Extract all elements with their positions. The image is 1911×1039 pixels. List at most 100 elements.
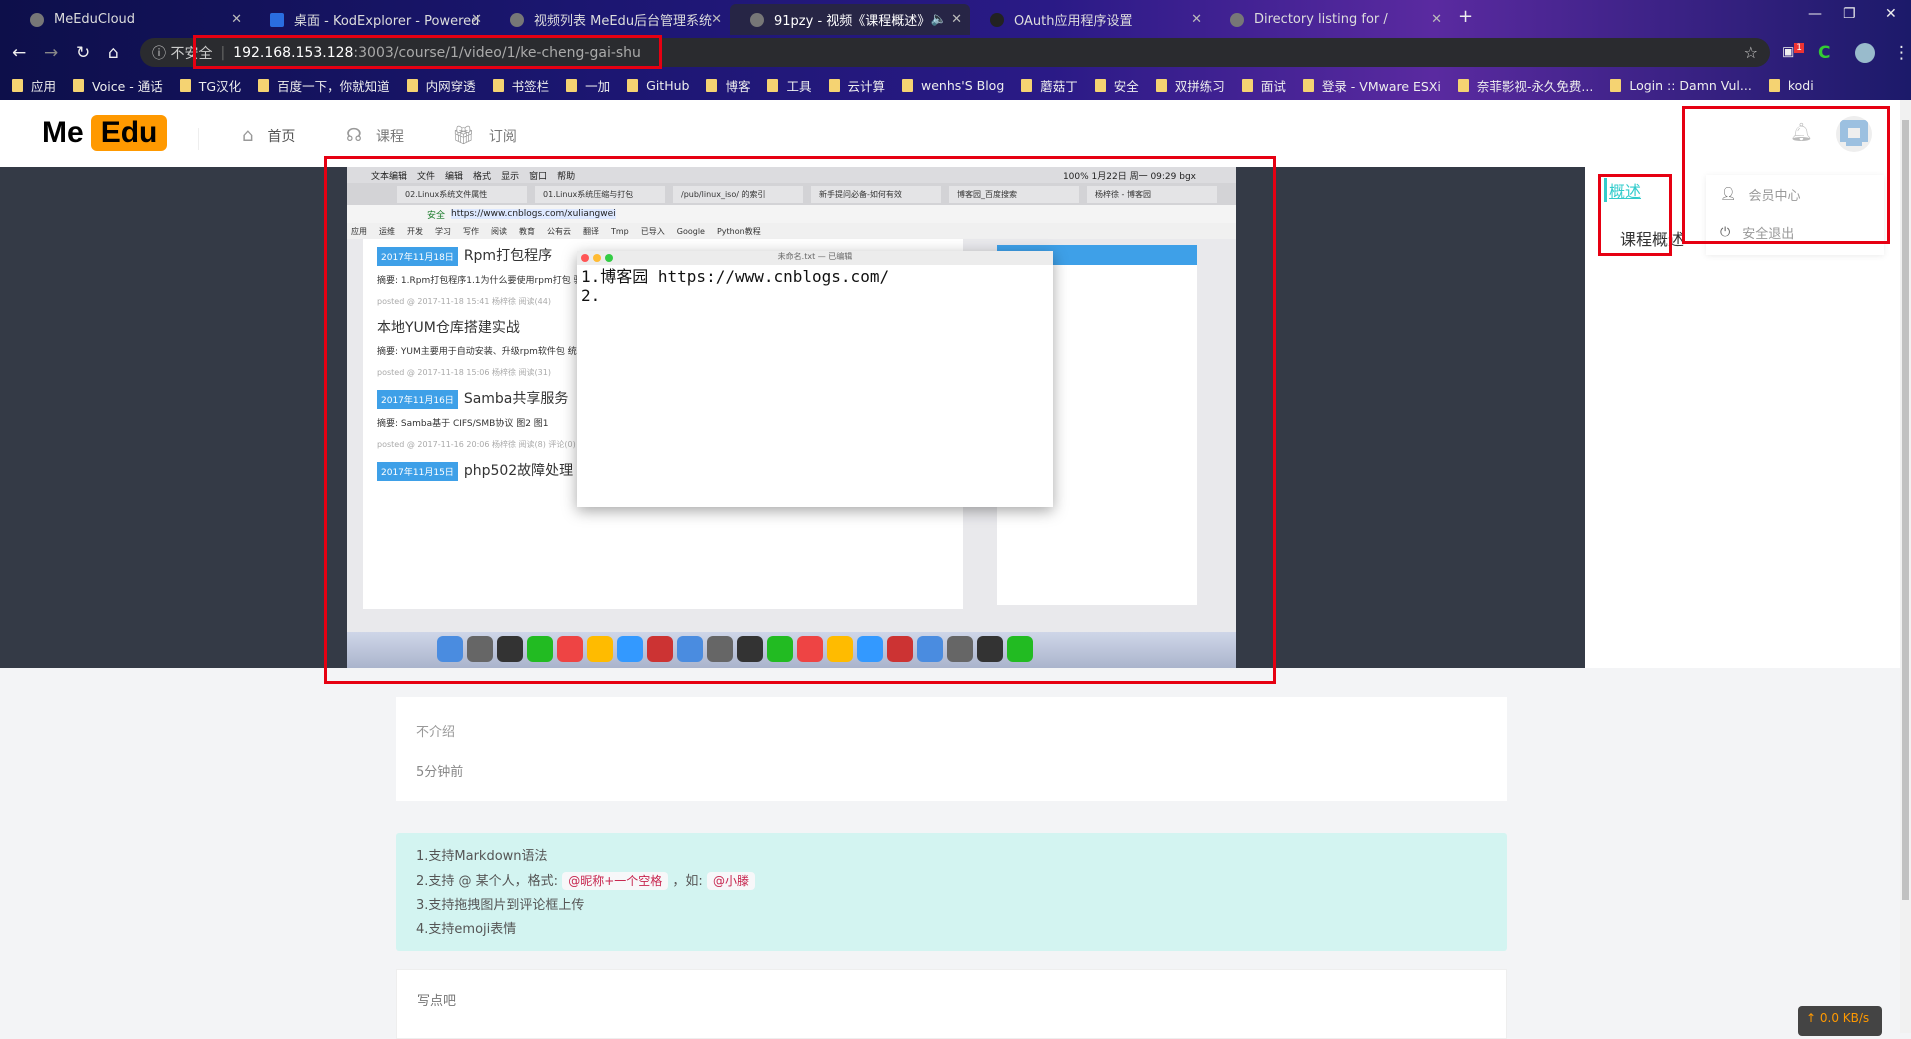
github-icon	[990, 12, 1004, 27]
logo[interactable]: Me Edu	[42, 115, 168, 151]
folder-icon	[406, 78, 418, 92]
bookmark-label: 一加	[585, 78, 611, 94]
tab[interactable]: 桌面 - KodExplorer - Powered ✕	[250, 4, 490, 35]
annotation-box-video	[324, 156, 1276, 684]
folder-icon	[179, 78, 191, 92]
folder-icon	[566, 78, 578, 92]
tab[interactable]: OAuth应用程序设置 ✕	[970, 4, 1210, 35]
bookmark-item[interactable]: 博客	[706, 76, 750, 95]
bookmark-item[interactable]: wenhs'S Blog	[902, 78, 1004, 93]
bookmark-item[interactable]: Voice - 通话	[73, 76, 163, 95]
folder-icon	[1021, 78, 1033, 92]
kodexplorer-icon	[270, 12, 284, 27]
bookmark-label: 书签栏	[511, 78, 550, 94]
bookmark-item[interactable]: TG汉化	[179, 76, 242, 95]
folder-icon	[1457, 78, 1469, 92]
folder-icon	[767, 78, 779, 92]
nav-subscribe[interactable]: 🎁︎ 订阅	[452, 125, 517, 146]
folder-icon	[627, 78, 639, 92]
bookmark-label: 安全	[1113, 78, 1139, 94]
gift-icon: 🎁︎	[452, 125, 475, 146]
close-tab-icon[interactable]: ✕	[471, 12, 482, 27]
globe-icon	[30, 12, 44, 27]
bookmark-item[interactable]: 百度一下，你就知道	[258, 76, 390, 95]
close-window-button[interactable]: ✕	[1885, 6, 1897, 22]
bookmark-star-icon[interactable]: ☆	[1744, 43, 1758, 62]
annotation-box-user-menu	[1682, 106, 1890, 244]
folder-icon	[1768, 78, 1780, 92]
bookmark-label: 奈菲影视-永久免费...	[1476, 78, 1594, 94]
forward-button[interactable]: →	[44, 43, 58, 63]
bookmark-label: 百度一下，你就知道	[277, 78, 390, 94]
tab[interactable]: MeEduCloud ✕	[10, 4, 250, 35]
reload-button[interactable]: ↻	[76, 43, 90, 63]
bookmark-label: 博客	[725, 78, 751, 94]
globe-icon	[510, 12, 524, 27]
page-scrollbar[interactable]	[1900, 100, 1911, 1033]
folder-icon	[492, 78, 504, 92]
bookmark-label: kodi	[1787, 77, 1814, 93]
nav-home[interactable]: ⌂ 首页	[242, 125, 295, 146]
home-button[interactable]: ⌂	[108, 43, 119, 63]
close-tab-icon[interactable]: ✕	[231, 12, 242, 27]
tab[interactable]: 视频列表 MeEdu后台管理系统 ✕	[490, 4, 730, 35]
info-icon[interactable]: ⓘ	[152, 43, 170, 63]
bookmark-item[interactable]: Login :: Damn Vul...	[1610, 77, 1752, 93]
bookmark-label: Login :: Damn Vul...	[1629, 77, 1752, 93]
apps-icon	[12, 78, 23, 92]
folder-icon	[1610, 78, 1622, 92]
net-speed-widget: ↑ 0.0 KB/s	[1798, 1006, 1882, 1036]
video-description: 不介绍	[416, 725, 456, 740]
bookmark-item[interactable]: 双拼练习	[1155, 76, 1225, 95]
bookmark-item[interactable]: 内网穿透	[406, 76, 476, 95]
extension-icon[interactable]: ▣ 1	[1782, 43, 1805, 59]
folder-icon	[258, 78, 270, 92]
video-time: 5分钟前	[416, 765, 464, 780]
minimize-button[interactable]: —	[1808, 6, 1822, 22]
bookmark-item[interactable]: 奈菲影视-永久免费...	[1457, 76, 1594, 95]
bookmark-item[interactable]: 应用	[12, 76, 56, 95]
close-tab-icon[interactable]: ✕	[1191, 12, 1202, 27]
bookmark-label: GitHub	[646, 77, 690, 93]
nav-courses[interactable]: ☊ 课程	[346, 125, 404, 146]
profile-avatar[interactable]	[1855, 43, 1875, 63]
globe-icon	[1230, 12, 1244, 27]
folder-icon	[1302, 78, 1314, 92]
new-tab-button[interactable]: +	[1458, 6, 1473, 27]
folder-icon	[73, 78, 85, 92]
headset-icon: ☊	[346, 125, 362, 146]
restore-button[interactable]: ❐	[1843, 6, 1856, 22]
bookmark-label: 双拼练习	[1174, 78, 1225, 94]
folder-icon	[706, 78, 718, 92]
bookmark-label: Voice - 通话	[92, 78, 163, 94]
bookmark-item[interactable]: 安全	[1094, 76, 1139, 95]
comment-input[interactable]	[417, 990, 1477, 1030]
tab-active[interactable]: 91pzy - 视频《课程概述》 🔈 ✕	[730, 4, 970, 35]
tab[interactable]: Directory listing for / ✕	[1210, 4, 1450, 35]
close-tab-icon[interactable]: ✕	[1431, 12, 1442, 27]
bookmark-item[interactable]: 书签栏	[492, 76, 550, 95]
bookmark-item[interactable]: 蘑菇丁	[1021, 76, 1078, 95]
tab-strip: MeEduCloud ✕ 桌面 - KodExplorer - Powered ✕ …	[0, 0, 1911, 35]
bookmark-item[interactable]: 一加	[566, 76, 610, 95]
globe-icon	[750, 12, 764, 27]
bookmark-item[interactable]: 云计算	[828, 76, 885, 95]
bookmark-label: wenhs'S Blog	[921, 77, 1005, 93]
bookmark-label: 工具	[786, 78, 812, 94]
bookmark-item[interactable]: GitHub	[627, 78, 689, 93]
bookmark-item[interactable]: 面试	[1241, 76, 1286, 95]
extension-c-icon[interactable]: C	[1818, 43, 1830, 63]
bookmark-item[interactable]: kodi	[1768, 77, 1814, 93]
folder-icon	[1155, 78, 1167, 92]
bookmark-item[interactable]: 登录 - VMware ESXi	[1302, 76, 1441, 95]
close-tab-icon[interactable]: ✕	[711, 12, 722, 27]
chrome-menu-icon[interactable]: ⋮	[1893, 43, 1910, 63]
annotation-box-url	[193, 35, 662, 69]
bookmark-label: 蘑菇丁	[1040, 78, 1078, 94]
video-info-card: 不介绍 5分钟前	[396, 697, 1507, 801]
bookmark-label: TG汉化	[198, 78, 242, 94]
close-tab-icon[interactable]: 🔈 ✕	[931, 12, 962, 27]
bookmark-item[interactable]: 工具	[767, 76, 812, 95]
back-button[interactable]: ←	[12, 43, 26, 63]
bookmark-label: 面试	[1260, 78, 1286, 94]
